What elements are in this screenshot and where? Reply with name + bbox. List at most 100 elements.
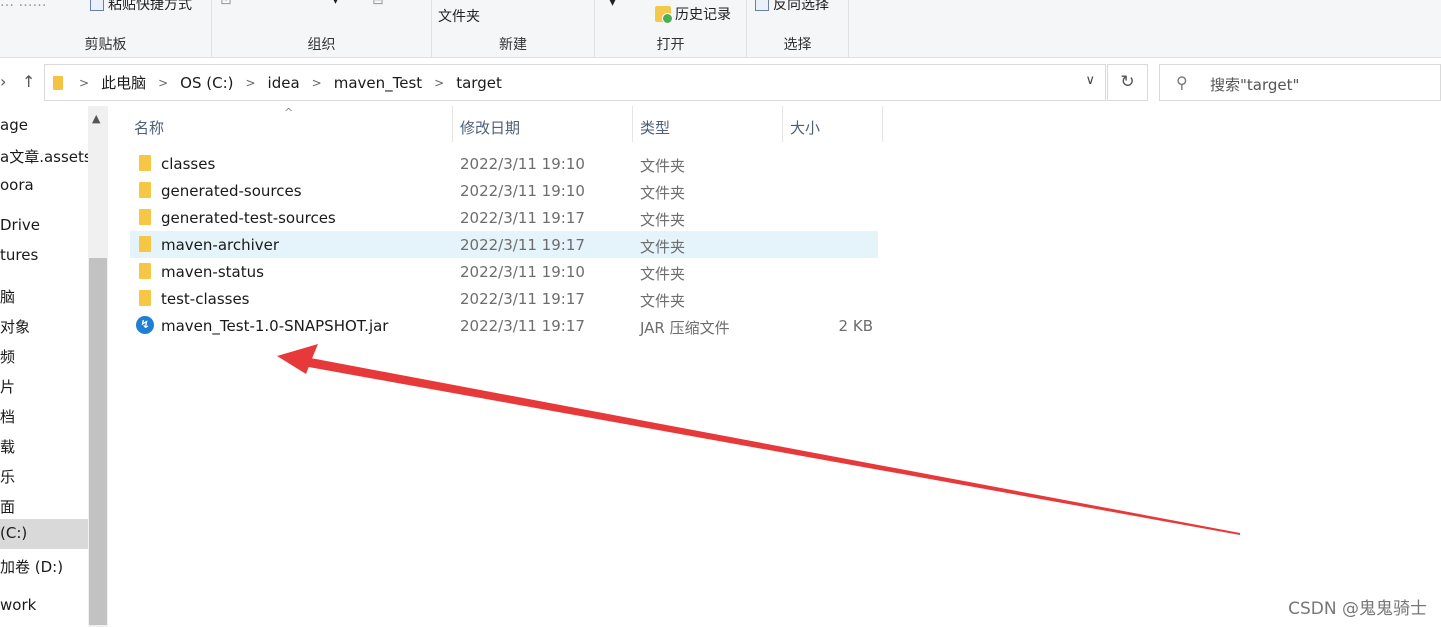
ribbon-partial-label: … …… — [0, 0, 47, 10]
breadcrumb: > 此电脑 > OS (C:) > idea > maven_Test > ta… — [53, 65, 508, 100]
nav-item[interactable]: tures — [0, 246, 38, 264]
address-bar[interactable]: > 此电脑 > OS (C:) > idea > maven_Test > ta… — [44, 64, 1106, 101]
sort-ascending-icon: ^ — [284, 106, 294, 119]
ribbon-group-organize: ⊡ · · · · · · ▾ ⊟ · · 组织 — [212, 0, 432, 58]
nav-item[interactable]: a文章.assets — [0, 146, 88, 167]
nav-item-onedrive[interactable]: Drive — [0, 216, 40, 234]
file-row[interactable]: generated-sources 2022/3/11 19:10 文件夹 — [130, 177, 878, 204]
column-header-date[interactable]: 修改日期 — [460, 106, 520, 144]
invert-selection-button[interactable]: 反向选择 — [755, 0, 829, 14]
refresh-button[interactable]: ↻ — [1107, 64, 1148, 101]
nav-item-this-pc[interactable]: 脑 — [0, 286, 15, 307]
column-divider[interactable] — [782, 106, 783, 142]
open-dropdown-button[interactable]: ▾ — [609, 0, 616, 10]
scrollbar-thumb[interactable] — [89, 258, 107, 625]
chevron-down-icon[interactable]: ∨ — [1085, 73, 1095, 88]
organize-group-label: 组织 — [307, 37, 336, 53]
open-group-label: 打开 — [656, 37, 685, 53]
folder-icon — [139, 182, 151, 198]
ribbon: … …… 粘贴快捷方式 剪贴板 ⊡ · · · · · · ▾ ⊟ · · 组织… — [0, 0, 1441, 58]
new-folder-label: 文件夹 — [438, 9, 480, 25]
nav-scrollbar[interactable]: ▲ — [88, 106, 108, 627]
navigation-pane: age a文章.assets oora Drive tures 脑 对象 频 片… — [0, 106, 88, 627]
breadcrumb-maven-test[interactable]: maven_Test — [328, 74, 428, 92]
nav-item-volume-d[interactable]: 加卷 (D:) — [0, 556, 63, 577]
chevron-right-icon[interactable]: > — [428, 76, 450, 90]
file-name: generated-sources — [161, 182, 302, 200]
search-placeholder: 搜索"target" — [1210, 76, 1300, 94]
move-to-button[interactable]: ⊡ · · · · · · — [220, 0, 285, 8]
column-header-type[interactable]: 类型 — [640, 106, 670, 144]
ribbon-group-open: ▾ 历史记录 打开 — [595, 0, 747, 58]
rename-button[interactable]: ⊟ · · — [372, 0, 402, 8]
file-type: 文件夹 — [640, 238, 686, 256]
chevron-right-icon[interactable]: > — [306, 76, 328, 90]
history-label: 历史记录 — [675, 7, 731, 23]
file-row[interactable]: maven-status 2022/3/11 19:10 文件夹 — [130, 258, 878, 285]
file-type: 文件夹 — [640, 292, 686, 310]
file-row[interactable]: classes 2022/3/11 19:10 文件夹 — [130, 150, 878, 177]
scroll-up-icon[interactable]: ▲ — [92, 112, 100, 125]
ribbon-group-select: 反向选择 选择 — [747, 0, 849, 58]
nav-item-3d-objects[interactable]: 对象 — [0, 316, 30, 337]
chevron-right-icon[interactable]: > — [152, 76, 174, 90]
address-row: › ↑ > 此电脑 > OS (C:) > idea > maven_Test … — [0, 62, 1441, 102]
history-button[interactable]: 历史记录 — [655, 4, 731, 24]
breadcrumb-this-pc[interactable]: 此电脑 — [95, 72, 152, 93]
folder-icon — [139, 263, 151, 279]
file-name: maven_Test-1.0-SNAPSHOT.jar — [161, 317, 389, 335]
file-type: JAR 压缩文件 — [640, 319, 730, 337]
nav-item-os-c[interactable]: (C:) — [0, 519, 88, 549]
nav-item-pictures[interactable]: 片 — [0, 376, 15, 397]
chevron-right-icon[interactable]: > — [73, 76, 95, 90]
clipboard-group-label: 剪贴板 — [84, 37, 127, 53]
file-size: 2 KB — [838, 317, 873, 335]
column-divider[interactable] — [882, 106, 883, 142]
new-folder-button[interactable]: 文件夹 — [438, 6, 480, 26]
back-arrow-icon[interactable]: › — [0, 72, 6, 91]
refresh-icon: ↻ — [1120, 72, 1135, 92]
file-name: test-classes — [161, 290, 250, 308]
up-arrow-icon[interactable]: ↑ — [22, 72, 35, 91]
chevron-right-icon[interactable]: > — [239, 76, 261, 90]
select-group-label: 选择 — [783, 37, 812, 53]
nav-item-downloads[interactable]: 载 — [0, 436, 15, 457]
nav-item-desktop[interactable]: 面 — [0, 496, 15, 517]
file-date: 2022/3/11 19:10 — [460, 182, 585, 200]
nav-item-documents[interactable]: 档 — [0, 406, 15, 427]
file-row[interactable]: test-classes 2022/3/11 19:17 文件夹 — [130, 285, 878, 312]
nav-item[interactable]: age — [0, 116, 28, 134]
file-date: 2022/3/11 19:17 — [460, 290, 585, 308]
breadcrumb-idea[interactable]: idea — [262, 74, 306, 92]
jar-file-icon: ↯ — [136, 316, 154, 334]
paste-shortcut-label: 粘贴快捷方式 — [108, 0, 192, 13]
ribbon-group-clipboard: … …… 粘贴快捷方式 剪贴板 — [0, 0, 212, 58]
delete-button[interactable]: ▾ — [332, 0, 339, 8]
column-divider[interactable] — [632, 106, 633, 142]
breadcrumb-os-c[interactable]: OS (C:) — [174, 74, 239, 92]
folder-icon — [139, 290, 151, 306]
nav-item-videos[interactable]: 频 — [0, 346, 15, 367]
nav-item[interactable]: oora — [0, 176, 34, 194]
file-date: 2022/3/11 19:17 — [460, 317, 585, 335]
nav-item-network[interactable]: work — [0, 596, 36, 614]
search-input[interactable]: ⚲ 搜索"target" — [1159, 64, 1441, 101]
file-name: generated-test-sources — [161, 209, 336, 227]
invert-selection-icon — [755, 0, 769, 11]
file-row-highlighted[interactable]: maven-archiver 2022/3/11 19:17 文件夹 — [130, 231, 878, 258]
column-divider[interactable] — [452, 106, 453, 142]
ribbon-group-new: 文件夹 新建 — [432, 0, 595, 58]
folder-icon — [139, 236, 151, 252]
column-header-name[interactable]: 名称 — [134, 106, 164, 144]
file-list: ^ 名称 修改日期 类型 大小 classes 2022/3/11 19:10 … — [108, 106, 1441, 627]
paste-shortcut-button[interactable]: 粘贴快捷方式 — [90, 0, 192, 14]
new-group-label: 新建 — [499, 37, 527, 53]
file-row[interactable]: ↯ maven_Test-1.0-SNAPSHOT.jar 2022/3/11 … — [130, 312, 878, 339]
column-header-size[interactable]: 大小 — [790, 106, 820, 144]
watermark: CSDN @鬼鬼骑士 — [1288, 599, 1427, 619]
file-name: maven-archiver — [161, 236, 280, 254]
file-row[interactable]: generated-test-sources 2022/3/11 19:17 文… — [130, 204, 878, 231]
breadcrumb-target[interactable]: target — [450, 74, 508, 92]
folder-icon — [139, 155, 151, 171]
nav-item-music[interactable]: 乐 — [0, 466, 15, 487]
